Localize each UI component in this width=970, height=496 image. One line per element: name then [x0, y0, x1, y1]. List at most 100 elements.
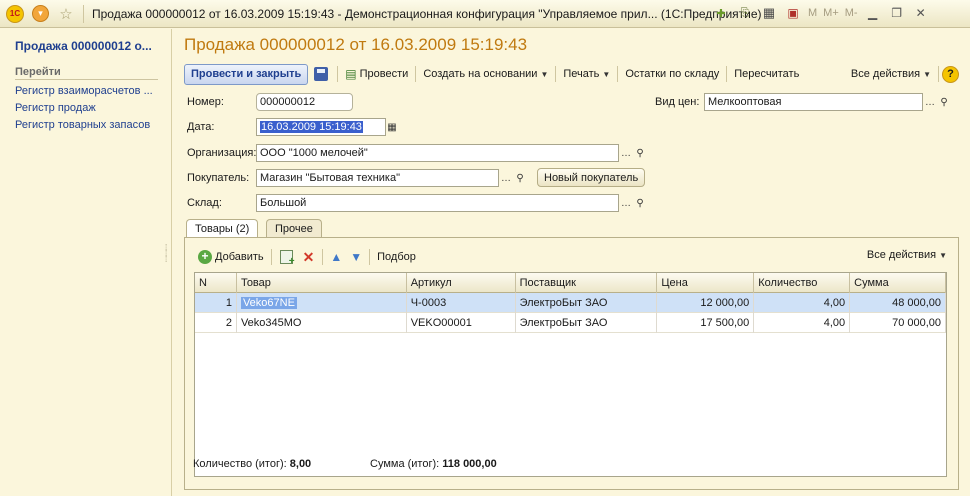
cell-item[interactable]: Veko345MO [237, 313, 407, 333]
open-price-type-search-icon[interactable]: ⚲ [936, 93, 952, 111]
cell-n: 2 [195, 313, 237, 333]
tab-goods[interactable]: Товары (2) [186, 219, 259, 238]
date-field[interactable]: 16.03.2009 15:19:43 [256, 118, 386, 136]
chevron-down-icon: ▼ [602, 69, 611, 79]
chevron-down-icon: ▼ [540, 69, 549, 79]
cell-article[interactable]: VEKO00001 [407, 313, 516, 333]
all-actions-button[interactable]: Все действия ▼ [847, 64, 935, 85]
chevron-down-icon: ▼ [923, 69, 931, 79]
all-actions-label: Все действия [850, 68, 921, 80]
cell-quantity[interactable]: 4,00 [754, 313, 851, 333]
add-row-button[interactable]: + Добавить [194, 247, 268, 268]
link-icon[interactable]: ⎘ [736, 4, 754, 22]
calendar-icon[interactable]: ▣ [784, 4, 802, 22]
column-header-n[interactable]: N [195, 273, 237, 293]
cell-sum[interactable]: 48 000,00 [850, 293, 947, 313]
nav-link-stock-register[interactable]: Регистр товарных запасов [15, 117, 171, 134]
column-header-sum[interactable]: Сумма [850, 273, 947, 293]
goods-table-header: N Товар Артикул Поставщик Цена Количеств… [195, 273, 947, 293]
main-menu-icon[interactable]: ▾ [32, 5, 49, 22]
buyer-field[interactable]: Магазин "Бытовая техника" [256, 169, 499, 187]
nav-link-sales-register[interactable]: Регистр продаж [15, 100, 171, 117]
cell-article[interactable]: Ч-0003 [407, 293, 516, 313]
memory-button-m[interactable]: M [808, 7, 817, 19]
chevron-down-icon: ▼ [939, 251, 947, 260]
help-icon[interactable]: ? [942, 65, 959, 83]
create-based-on-label: Создать на основании [423, 68, 538, 80]
column-header-item[interactable]: Товар [237, 273, 407, 293]
toolbar-separator [337, 66, 339, 82]
close-icon[interactable]: ✕ [912, 4, 930, 22]
cell-sum[interactable]: 70 000,00 [850, 313, 947, 333]
cell-price[interactable]: 12 000,00 [657, 293, 755, 313]
post-icon: ▤ [345, 67, 357, 81]
cell-supplier[interactable]: ЭлектроБыт ЗАО [516, 313, 658, 333]
toolbar-separator [617, 66, 619, 82]
add-icon: + [198, 250, 212, 264]
open-buyer-search-icon[interactable]: ⚲ [512, 169, 528, 187]
total-quantity-label: Количество (итог): [193, 458, 287, 470]
cell-quantity[interactable]: 4,00 [754, 293, 851, 313]
add-favorite-icon[interactable]: ✚ [712, 4, 730, 22]
column-header-supplier[interactable]: Поставщик [516, 273, 658, 293]
minimize-icon[interactable]: ▁ [864, 4, 882, 22]
print-button[interactable]: Печать ▼ [559, 64, 614, 85]
save-icon[interactable] [314, 67, 329, 81]
open-organization-search-icon[interactable]: ⚲ [632, 144, 648, 162]
number-field[interactable]: 000000012 [256, 93, 353, 111]
table-row[interactable]: 2 Veko345MO VEKO00001 ЭлектроБыт ЗАО 17 … [195, 313, 947, 333]
create-based-on-button[interactable]: Создать на основании ▼ [419, 64, 552, 85]
navigation-panel: Продажа 000000012 о... Перейти Регистр в… [0, 29, 172, 496]
pick-button[interactable]: Подбор [373, 247, 420, 268]
recalculate-button[interactable]: Пересчитать [730, 64, 803, 85]
table-row[interactable]: 1 Veko67NE Ч-0003 ЭлектроБыт ЗАО 12 000,… [195, 293, 947, 313]
titlebar-separator [83, 4, 84, 23]
delete-row-icon[interactable]: ✕ [303, 249, 315, 266]
price-type-field[interactable]: Мелкооптовая [704, 93, 923, 111]
memory-button-mminus[interactable]: M- [845, 7, 858, 19]
cell-supplier[interactable]: ЭлектроБыт ЗАО [516, 293, 658, 313]
column-header-price[interactable]: Цена [657, 273, 755, 293]
toolbar-separator [369, 249, 371, 265]
cell-n: 1 [195, 293, 237, 313]
toolbar-separator [322, 249, 324, 265]
goods-tab-panel: +Добавить ✕ ▲ ▼ Подбор Все действия▼ N Т… [184, 237, 959, 490]
post-button-label: Провести [359, 68, 409, 80]
calculator-icon[interactable]: ▦ [760, 4, 778, 22]
new-buyer-button[interactable]: Новый покупатель [537, 168, 646, 187]
copy-row-icon[interactable] [279, 250, 295, 267]
app-logo-icon[interactable]: 1С [6, 4, 24, 23]
move-up-icon[interactable]: ▲ [330, 250, 342, 264]
toolbar-separator [415, 66, 417, 82]
form-title: Продажа 000000012 от 16.03.2009 15:19:43 [184, 35, 528, 54]
panel-splitter-handle[interactable]: ⁞ ⁞ ⁞ [165, 244, 171, 275]
goods-toolbar: +Добавить ✕ ▲ ▼ Подбор Все действия▼ [194, 247, 949, 267]
total-quantity-value: 8,00 [289, 458, 312, 470]
restore-icon[interactable]: ❐ [888, 4, 906, 22]
cell-item[interactable]: Veko67NE [237, 293, 407, 313]
open-warehouse-search-icon[interactable]: ⚲ [632, 194, 648, 212]
warehouse-label: Склад: [187, 197, 222, 209]
post-and-close-button[interactable]: Провести и закрыть [184, 63, 309, 85]
cell-price[interactable]: 17 500,00 [657, 313, 755, 333]
nav-link-settlements-register[interactable]: Регистр взаиморасчетов ... [15, 83, 171, 100]
memory-button-mplus[interactable]: M+ [823, 7, 839, 19]
tab-other[interactable]: Прочее [266, 219, 322, 238]
organization-field[interactable]: ООО "1000 мелочей" [256, 144, 619, 162]
move-down-icon[interactable]: ▼ [350, 250, 362, 264]
nav-panel-title[interactable]: Продажа 000000012 о... [15, 39, 171, 53]
window-titlebar: 1С ▾ ☆ Продажа 000000012 от 16.03.2009 1… [0, 0, 970, 28]
calendar-picker-icon[interactable]: ▦ [384, 118, 400, 136]
stock-balance-button[interactable]: Остатки по складу [621, 64, 723, 85]
favorites-star-icon[interactable]: ☆ [57, 5, 75, 23]
total-sum-value: 118 000,00 [442, 458, 497, 470]
number-label: Номер: [187, 96, 224, 108]
app-logo-text: 1С [9, 9, 21, 18]
column-header-quantity[interactable]: Количество [754, 273, 851, 293]
warehouse-field[interactable]: Большой [256, 194, 619, 212]
post-button[interactable]: ▤ Провести [341, 64, 412, 85]
goods-all-actions-button[interactable]: Все действия ▼ [867, 249, 947, 261]
column-header-article[interactable]: Артикул [407, 273, 516, 293]
goods-all-actions-label: Все действия [866, 249, 937, 261]
total-sum-label: Сумма (итог): [370, 458, 440, 470]
